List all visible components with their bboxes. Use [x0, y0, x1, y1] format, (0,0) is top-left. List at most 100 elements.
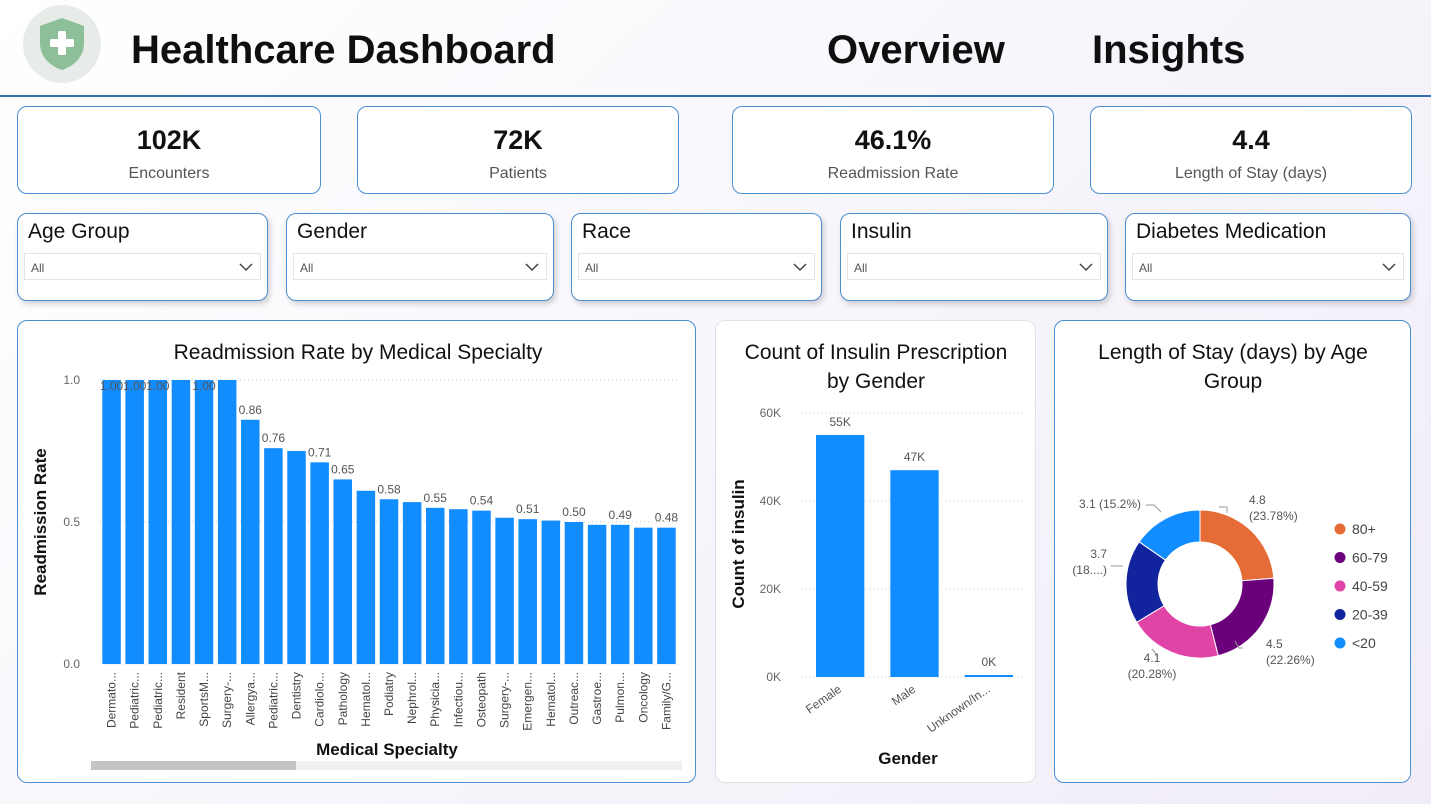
bar[interactable] — [816, 435, 865, 677]
bar[interactable] — [425, 507, 445, 664]
kpi-value: 46.1% — [854, 125, 932, 155]
bar-data-label: 0.54 — [470, 494, 494, 508]
chevron-down-icon[interactable] — [238, 259, 254, 275]
x-tick-label: Hematol... — [544, 672, 558, 727]
leader-line — [1146, 504, 1162, 513]
length-of-stay-by-age-chart[interactable]: Length of Stay (days) by Age Group 4.8 (23.… — [1055, 321, 1412, 784]
bar-data-label: 0.71 — [308, 445, 332, 459]
scrollbar-thumb[interactable] — [91, 761, 296, 770]
slice-data-label: (23.78%) — [1249, 509, 1298, 523]
bar[interactable] — [518, 519, 537, 664]
bar[interactable] — [194, 380, 214, 664]
x-tick-label: Surgery-... — [220, 672, 234, 728]
bar[interactable] — [495, 517, 514, 664]
y-axis-title: Readmission Rate — [31, 448, 50, 595]
nav-overview[interactable]: Overview — [827, 28, 1005, 73]
x-tick-label: Resident — [174, 671, 188, 719]
bar-data-label: 1.00 — [192, 379, 216, 393]
diabetes-medication-dropdown[interactable]: All — [1132, 253, 1404, 280]
legend-label[interactable]: 40-59 — [1352, 578, 1388, 594]
donut-slice[interactable] — [1209, 577, 1275, 657]
bar-data-label: 47K — [904, 450, 925, 464]
y-tick-label: 1.0 — [63, 373, 80, 387]
bar[interactable] — [964, 675, 1013, 677]
bar[interactable] — [171, 380, 191, 664]
insulin-by-gender-chart[interactable]: Count of Insulin Prescription by Gender 0K… — [716, 321, 1037, 784]
legend-label[interactable]: 80+ — [1352, 521, 1376, 537]
x-tick-label: Allergya... — [243, 672, 257, 725]
bar[interactable] — [125, 380, 144, 664]
y-tick-label: 0.5 — [63, 515, 80, 529]
filter-title: Race — [582, 220, 632, 243]
chart-title: Count of Insulin Prescription — [745, 341, 1008, 364]
bar-data-label: 0.49 — [609, 508, 633, 522]
chevron-down-icon[interactable] — [524, 259, 540, 275]
bar-data-label: 0.50 — [562, 505, 586, 519]
dropdown-value: All — [300, 261, 314, 275]
bar[interactable] — [241, 419, 260, 664]
x-tick-label: Pathology — [336, 672, 350, 725]
bar[interactable] — [379, 499, 399, 664]
y-tick-label: 0.0 — [63, 657, 80, 671]
filter-title: Insulin — [851, 220, 912, 243]
dropdown-value: All — [854, 261, 868, 275]
kpi-value: 4.4 — [1232, 125, 1270, 155]
slice-data-label: 3.7 — [1090, 547, 1107, 561]
kpi-value: 72K — [493, 125, 543, 155]
bar[interactable] — [587, 524, 607, 664]
filter-age-group: Age Group All — [17, 213, 268, 301]
bar[interactable] — [102, 380, 121, 664]
bar-data-label: 0K — [981, 655, 996, 669]
x-tick-label: Unknown/In... — [924, 682, 992, 736]
chart-title: Group — [1204, 370, 1262, 393]
kpi-card-readmission-rate: 46.1% Readmission Rate — [732, 106, 1054, 194]
bar[interactable] — [449, 509, 468, 664]
x-tick-label: Outreac... — [567, 672, 581, 725]
bar[interactable] — [890, 470, 939, 677]
x-tick-label: Gastroe... — [590, 672, 604, 725]
bar[interactable] — [564, 522, 584, 664]
x-tick-label: Pulmon... — [613, 672, 627, 723]
bar[interactable] — [356, 490, 376, 664]
x-tick-label: Infectiou... — [451, 672, 465, 727]
filter-insulin: Insulin All — [840, 213, 1108, 301]
chevron-down-icon[interactable] — [792, 259, 808, 275]
bar[interactable] — [333, 479, 353, 664]
bar[interactable] — [657, 527, 676, 664]
chevron-down-icon[interactable] — [1078, 259, 1094, 275]
insulin-dropdown[interactable]: All — [847, 253, 1101, 280]
bar[interactable] — [148, 380, 168, 664]
slice-data-label: 4.8 — [1249, 493, 1266, 507]
bar[interactable] — [264, 448, 283, 664]
x-tick-label: Dentistry — [290, 672, 304, 719]
bar[interactable] — [610, 524, 630, 664]
bar[interactable] — [472, 510, 491, 664]
bar[interactable] — [217, 380, 237, 664]
legend-marker — [1334, 552, 1346, 563]
gender-dropdown[interactable]: All — [293, 253, 547, 280]
chevron-down-icon[interactable] — [1381, 259, 1397, 275]
slice-data-label: (18....) — [1072, 563, 1107, 577]
legend-label[interactable]: 20-39 — [1352, 607, 1388, 623]
chart-title: by Gender — [827, 370, 925, 393]
y-tick-label: 0K — [766, 670, 781, 684]
bar[interactable] — [402, 502, 422, 664]
y-axis-title: Count of insulin — [729, 479, 748, 608]
bar-data-label: 0.76 — [262, 431, 286, 445]
race-dropdown[interactable]: All — [578, 253, 815, 280]
bar[interactable] — [541, 520, 561, 664]
bar[interactable] — [287, 451, 306, 664]
filter-diabetes-medication: Diabetes Medication All — [1125, 213, 1411, 301]
readmission-by-specialty-chart[interactable]: Readmission Rate by Medical Specialty 0.0… — [18, 321, 697, 784]
bar[interactable] — [634, 527, 653, 664]
x-tick-label: Male — [889, 682, 919, 709]
bar-data-label: 0.51 — [516, 502, 540, 516]
bar[interactable] — [310, 462, 329, 664]
legend-label[interactable]: <20 — [1352, 635, 1376, 651]
legend-label[interactable]: 60-79 — [1352, 550, 1388, 566]
age-group-dropdown[interactable]: All — [24, 253, 261, 280]
x-tick-label: Family/G... — [659, 672, 673, 730]
x-axis-title: Gender — [878, 749, 938, 768]
x-axis-title: Medical Specialty — [316, 740, 458, 759]
nav-insights[interactable]: Insights — [1092, 28, 1245, 73]
